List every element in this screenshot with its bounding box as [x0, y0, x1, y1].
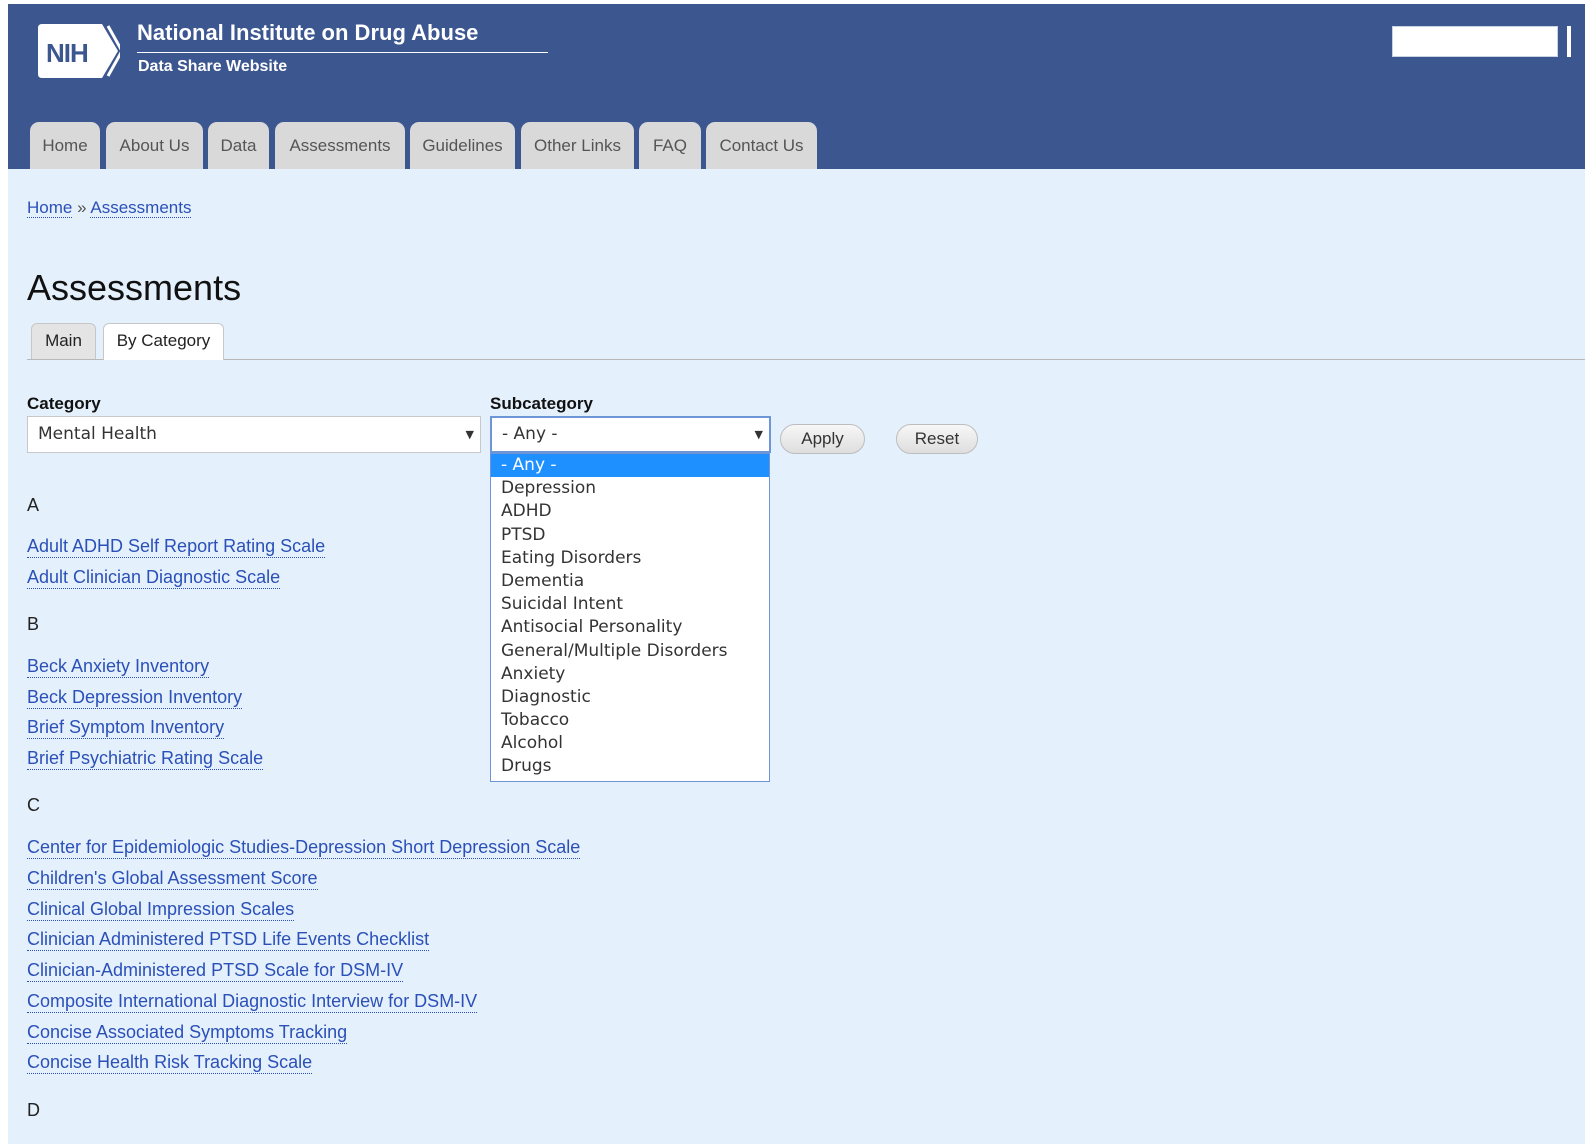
- assessment-link[interactable]: Adult Clinician Diagnostic Scale: [27, 567, 281, 589]
- nav-tab-faq[interactable]: FAQ: [639, 122, 701, 169]
- dropdown-option[interactable]: Anxiety: [491, 663, 769, 686]
- dropdown-option[interactable]: Diagnostic: [491, 686, 769, 709]
- subcategory-select-value: - Any -: [502, 424, 558, 444]
- assessment-link[interactable]: Children's Global Assessment Score: [27, 868, 318, 890]
- assessment-link[interactable]: Clinician-Administered PTSD Scale for DS…: [27, 960, 404, 982]
- breadcrumb-home-link[interactable]: Home: [27, 198, 73, 218]
- chevron-down-icon: ▼: [465, 428, 474, 441]
- site-header: NIH National Institute on Drug Abuse Dat…: [8, 4, 1585, 169]
- dropdown-option[interactable]: Dementia: [491, 570, 769, 593]
- dropdown-option[interactable]: General/Multiple Disorders: [491, 640, 769, 663]
- breadcrumb-separator: »: [77, 198, 87, 217]
- search-button-edge[interactable]: [1567, 26, 1571, 57]
- tabs-divider: [27, 359, 1585, 360]
- subcategory-select[interactable]: - Any - ▼: [490, 416, 771, 453]
- dropdown-option[interactable]: Suicidal Intent: [491, 593, 769, 616]
- nav-tab-other-links[interactable]: Other Links: [521, 122, 634, 169]
- assessment-link[interactable]: Clinical Global Impression Scales: [27, 899, 295, 921]
- group-letter-c: C: [27, 795, 40, 815]
- page-title: Assessments: [27, 267, 242, 308]
- assessment-link[interactable]: Beck Depression Inventory: [27, 687, 243, 709]
- site-subtitle: Data Share Website: [138, 58, 288, 75]
- dropdown-option[interactable]: Antisocial Personality: [491, 616, 769, 639]
- group-letter-d: D: [27, 1100, 40, 1120]
- nav-tab-guidelines[interactable]: Guidelines: [410, 122, 515, 169]
- breadcrumb-assessments-link[interactable]: Assessments: [90, 198, 192, 218]
- reset-button[interactable]: Reset: [896, 424, 978, 454]
- nav-tab-home[interactable]: Home: [30, 122, 100, 169]
- assessment-link[interactable]: Concise Health Risk Tracking Scale: [27, 1052, 313, 1074]
- category-select-value: Mental Health: [38, 424, 157, 444]
- tab-main[interactable]: Main: [31, 323, 96, 359]
- tab-by-category[interactable]: By Category: [103, 323, 224, 360]
- assessment-link[interactable]: Brief Psychiatric Rating Scale: [27, 748, 264, 770]
- assessment-link[interactable]: Adult ADHD Self Report Rating Scale: [27, 536, 326, 558]
- dropdown-option[interactable]: Tobacco: [491, 709, 769, 732]
- subcategory-label: Subcategory: [490, 394, 593, 413]
- assessment-link[interactable]: Concise Associated Symptoms Tracking: [27, 1022, 348, 1044]
- dropdown-option[interactable]: Eating Disorders: [491, 547, 769, 570]
- nav-tab-assessments[interactable]: Assessments: [275, 122, 405, 169]
- page: NIH National Institute on Drug Abuse Dat…: [8, 4, 1585, 1144]
- assessment-link[interactable]: Clinician Administered PTSD Life Events …: [27, 929, 430, 951]
- subcategory-dropdown-list: - Any - Depression ADHD PTSD Eating Diso…: [490, 453, 770, 782]
- category-label: Category: [27, 394, 101, 413]
- dropdown-option[interactable]: Alcohol: [491, 732, 769, 755]
- search-input[interactable]: [1392, 26, 1558, 57]
- group-letter-a: A: [27, 495, 40, 515]
- breadcrumb: Home » Assessments: [27, 198, 192, 218]
- nav-tab-data[interactable]: Data: [208, 122, 269, 169]
- site-title[interactable]: National Institute on Drug Abuse: [137, 20, 548, 53]
- group-letter-b: B: [27, 614, 40, 634]
- assessment-link[interactable]: Composite International Diagnostic Inter…: [27, 991, 478, 1013]
- assessment-link[interactable]: Center for Epidemiologic Studies-Depress…: [27, 837, 581, 859]
- dropdown-option[interactable]: PTSD: [491, 524, 769, 547]
- nih-logo-text: NIH: [46, 38, 89, 68]
- dropdown-option[interactable]: Depression: [491, 477, 769, 500]
- chevron-down-icon: ▼: [754, 428, 763, 441]
- apply-button[interactable]: Apply: [780, 424, 865, 454]
- assessment-link[interactable]: Brief Symptom Inventory: [27, 717, 225, 739]
- dropdown-option[interactable]: - Any -: [491, 454, 769, 478]
- assessment-link[interactable]: Beck Anxiety Inventory: [27, 656, 210, 678]
- category-select[interactable]: Mental Health ▼: [27, 416, 481, 453]
- nav-tab-about-us[interactable]: About Us: [106, 122, 203, 169]
- dropdown-option[interactable]: ADHD: [491, 500, 769, 523]
- dropdown-option[interactable]: Drugs: [491, 755, 769, 778]
- nav-tab-contact-us[interactable]: Contact Us: [706, 122, 817, 169]
